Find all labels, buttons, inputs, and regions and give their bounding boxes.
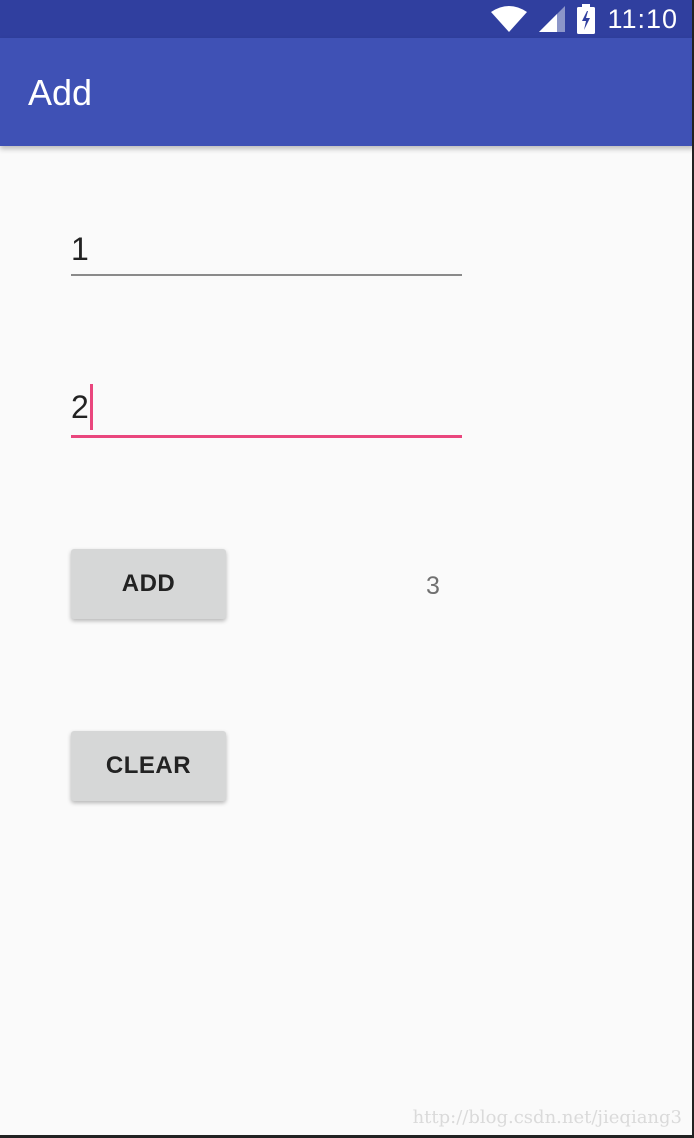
result-text: 3 [426, 572, 440, 600]
battery-charging-icon [577, 4, 596, 34]
status-icons: 11:10 [491, 0, 678, 38]
text-cursor [89, 384, 93, 430]
second-number-underline [71, 435, 462, 438]
add-button[interactable]: ADD [71, 549, 226, 619]
status-bar: 11:10 [0, 0, 694, 38]
app-screen: 11:10 Add 1 2 ADD 3 CLEAR http://blog.cs… [0, 0, 694, 1138]
wifi-icon [491, 6, 528, 32]
clear-button[interactable]: CLEAR [71, 731, 226, 801]
second-number-value-wrap: 2 [71, 384, 93, 430]
signal-icon [539, 6, 566, 32]
first-number-value: 1 [71, 231, 89, 267]
first-number-field[interactable]: 1 [71, 226, 462, 276]
second-number-field[interactable]: 2 [71, 384, 462, 438]
first-number-underline [71, 274, 462, 276]
app-title: Add [28, 72, 93, 113]
status-time: 11:10 [607, 3, 678, 34]
watermark: http://blog.csdn.net/jieqiang3 [412, 1107, 682, 1128]
app-bar: Add [0, 38, 694, 146]
second-number-value: 2 [71, 389, 89, 425]
